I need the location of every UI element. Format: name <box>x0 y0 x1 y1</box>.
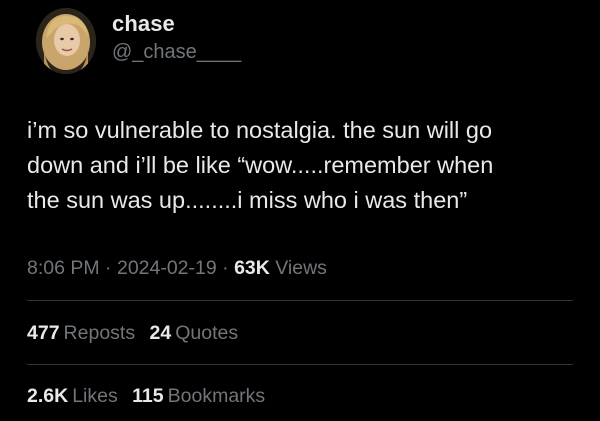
profile-photo-icon <box>36 8 96 74</box>
likes-label: Likes <box>72 385 118 407</box>
bookmarks-label: Bookmarks <box>167 385 266 407</box>
reposts-label: Reposts <box>63 322 136 344</box>
views-count: 63K <box>234 257 270 279</box>
tweet-date[interactable]: 2024-02-19 <box>117 257 217 279</box>
views-label: Views <box>275 257 327 279</box>
author-handle[interactable]: @_chase____ <box>112 41 241 64</box>
quotes-count: 24 <box>149 322 172 344</box>
divider <box>27 364 573 365</box>
avatar[interactable] <box>36 8 96 74</box>
reposts-stat[interactable]: 477 Reposts <box>27 322 135 345</box>
tweet-text: i’m so vulnerable to nostalgia. the sun … <box>27 113 572 218</box>
reposts-count: 477 <box>27 322 60 344</box>
quotes-label: Quotes <box>175 322 239 344</box>
meta-separator: · <box>222 257 229 279</box>
tweet-time[interactable]: 8:06 PM <box>27 257 100 279</box>
bookmarks-stat[interactable]: 115 Bookmarks <box>132 385 265 408</box>
tweet-text-line: i’m so vulnerable to nostalgia. the sun … <box>27 117 493 143</box>
likes-count: 2.6K <box>27 385 69 407</box>
author-display-name[interactable]: chase <box>112 11 175 37</box>
engagement-row-reposts: 477 Reposts 24 Quotes <box>27 322 247 345</box>
tweet-detail: chase @_chase____ i’m so vulnerable to n… <box>0 0 600 421</box>
tweet-text-line: the sun was up........i miss who i was t… <box>27 187 468 213</box>
bookmarks-count: 115 <box>132 385 164 407</box>
tweet-meta: 8:06 PM · 2024-02-19 · 63K Views <box>27 257 327 280</box>
divider <box>27 300 573 301</box>
likes-stat[interactable]: 2.6K Likes <box>27 385 118 408</box>
tweet-text-line: down and i’ll be like “wow.....remember … <box>27 152 494 178</box>
meta-separator: · <box>105 257 112 279</box>
quotes-stat[interactable]: 24 Quotes <box>150 322 239 345</box>
engagement-row-likes: 2.6K Likes 115 Bookmarks <box>27 385 274 408</box>
